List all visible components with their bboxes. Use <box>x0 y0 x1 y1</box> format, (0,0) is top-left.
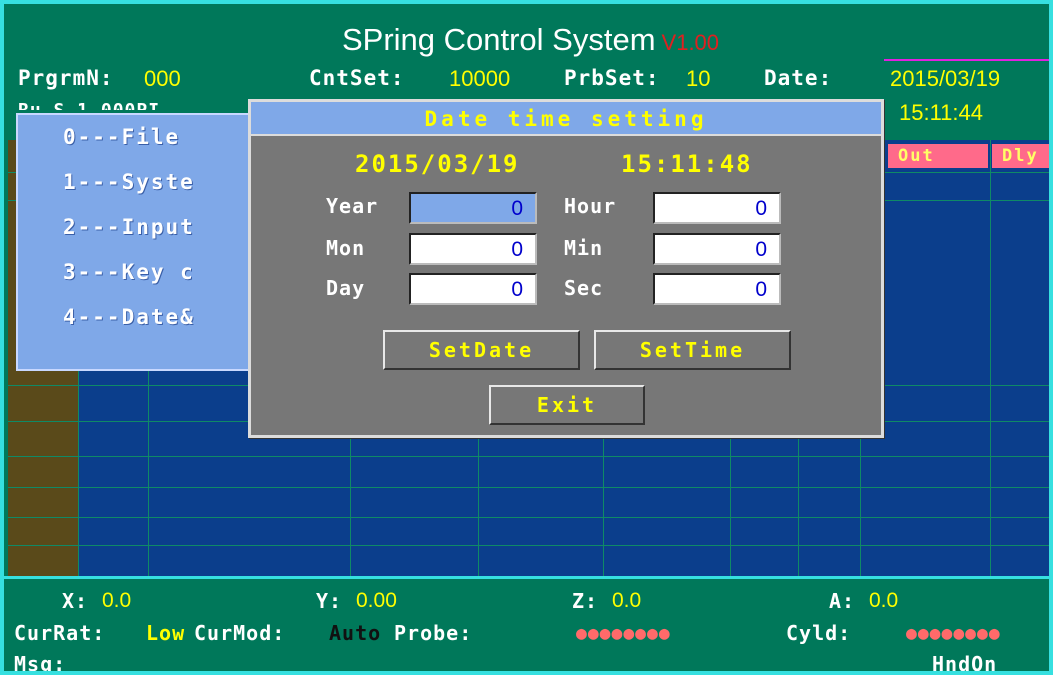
day-field[interactable]: 0 <box>409 273 537 305</box>
probe-indicators: ●●●●●●●● <box>576 623 671 644</box>
a-axis-label: A: <box>829 589 856 613</box>
min-field[interactable]: 0 <box>653 233 781 265</box>
status-divider <box>4 576 1049 579</box>
partial-header-label: Ru S 1 000PI <box>18 100 160 110</box>
prbset-value: 10 <box>686 66 711 91</box>
time-value: 15:11:44 <box>899 100 984 125</box>
date-label: Date: <box>764 66 833 90</box>
menu-item-input[interactable]: 2---Input <box>63 215 195 239</box>
menu-item-system[interactable]: 1---Syste <box>63 170 195 194</box>
year-field[interactable]: 0 <box>409 192 537 224</box>
probe-label: Probe: <box>394 621 473 645</box>
version-label: V1.00 <box>661 30 720 55</box>
hour-label: Hour <box>564 194 617 218</box>
set-time-button[interactable]: SetTime <box>594 330 791 370</box>
menu-item-date[interactable]: 4---Date& <box>63 305 195 329</box>
column-header-dly[interactable]: Dly <box>992 144 1049 168</box>
cntset-label: CntSet: <box>309 66 405 90</box>
dialog-title: Date time setting <box>251 102 881 136</box>
year-label: Year <box>326 194 379 218</box>
day-label: Day <box>326 276 366 300</box>
cyld-label: Cyld: <box>786 621 852 645</box>
y-axis-value: 0.00 <box>356 589 397 612</box>
row-cursor-line <box>884 59 1049 61</box>
x-axis-label: X: <box>62 589 89 613</box>
mon-label: Mon <box>326 236 366 260</box>
date-value: 2015/03/19 <box>890 66 1001 91</box>
currat-value: Low <box>146 621 186 645</box>
x-axis-value: 0.0 <box>102 589 132 612</box>
sec-field[interactable]: 0 <box>653 273 781 305</box>
sec-label: Sec <box>564 276 604 300</box>
currat-label: CurRat: <box>14 621 106 645</box>
cntset-value: 10000 <box>449 66 511 91</box>
y-axis-label: Y: <box>316 589 343 613</box>
program-value: 000 <box>144 66 181 91</box>
cyld-indicators: ●●●●●●●● <box>906 623 1001 644</box>
date-time-dialog: Date time setting 2015/03/19 15:11:48 Ye… <box>248 99 884 438</box>
min-label: Min <box>564 236 604 260</box>
z-axis-label: Z: <box>572 589 599 613</box>
prbset-label: PrbSet: <box>564 66 660 90</box>
msg-label: Msg: <box>14 652 67 675</box>
mon-field[interactable]: 0 <box>409 233 537 265</box>
app-title: SPring Control System V1.00 <box>4 22 1049 58</box>
set-date-button[interactable]: SetDate <box>383 330 580 370</box>
menu-item-file[interactable]: 0---File <box>63 125 180 149</box>
app-title-text: SPring Control System <box>341 22 656 57</box>
z-axis-value: 0.0 <box>612 589 642 612</box>
current-date: 2015/03/19 <box>355 150 520 178</box>
curmod-label: CurMod: <box>194 621 286 645</box>
exit-button[interactable]: Exit <box>489 385 645 425</box>
a-axis-value: 0.0 <box>869 589 899 612</box>
hour-field[interactable]: 0 <box>653 192 781 224</box>
program-label: PrgrmN: <box>18 66 114 90</box>
menu-item-key[interactable]: 3---Key c <box>63 260 195 284</box>
curmod-value: Auto <box>329 621 382 645</box>
hnd-status: HndOn <box>932 652 998 675</box>
spring-control-screen: SPring Control System V1.00 PrgrmN: 000 C… <box>0 0 1053 675</box>
column-header-out[interactable]: Out <box>888 144 988 168</box>
current-time: 15:11:48 <box>621 150 753 178</box>
